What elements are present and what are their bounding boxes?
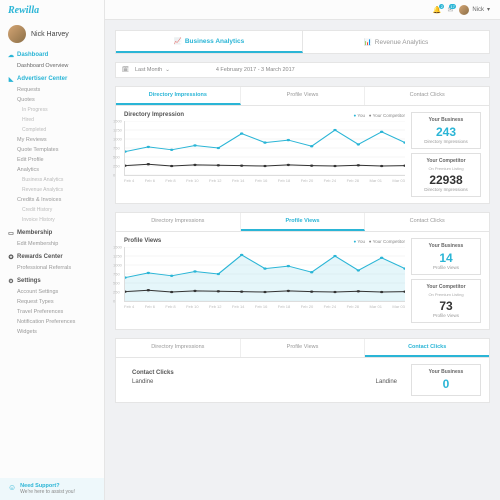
nav-request-types[interactable]: Request Types bbox=[0, 297, 104, 307]
row-landline: Landine bbox=[132, 379, 153, 385]
user-menu[interactable]: Nick ▾ bbox=[459, 5, 490, 15]
nav-head-membership[interactable]: ▭Membership bbox=[0, 227, 104, 239]
nav: ☁Dashboard Dashboard Overview ◣Advertise… bbox=[0, 47, 104, 478]
nav-head-rewards[interactable]: ✪Rewards Center bbox=[0, 251, 104, 263]
nav-quote-templates[interactable]: Quote Templates bbox=[0, 145, 104, 155]
nav-head-settings[interactable]: ⚙Settings bbox=[0, 275, 104, 287]
nav-hired[interactable]: Hired bbox=[0, 115, 104, 125]
nav-edit-membership[interactable]: Edit Membership bbox=[0, 239, 104, 249]
gear-icon: ⚙ bbox=[8, 278, 14, 284]
stat-your-business: Your Business 243 Directory Impressions bbox=[411, 112, 481, 149]
stat-competitor: Your Competitor On Premium Listing 22938… bbox=[411, 153, 481, 197]
nav-analytics[interactable]: Analytics bbox=[0, 165, 104, 175]
ptab-contact[interactable]: Contact Clicks bbox=[365, 213, 489, 231]
legend: ● You ● Your Competitor bbox=[354, 239, 405, 244]
tab-revenue-analytics[interactable]: 📊Revenue Analytics bbox=[303, 31, 489, 53]
ptab-profile[interactable]: Profile Views bbox=[241, 213, 366, 231]
date-picker[interactable]: 🗓 Last Month⌄ 4 February 2017 - 3 March … bbox=[115, 62, 490, 78]
xticks-1: Feb 4Feb 6Feb 8Feb 10Feb 12Feb 14Feb 16F… bbox=[124, 176, 405, 183]
tab-business-analytics[interactable]: 📈Business Analytics bbox=[116, 31, 303, 53]
xticks-2: Feb 4Feb 6Feb 8Feb 10Feb 12Feb 14Feb 16F… bbox=[124, 302, 405, 309]
support-box[interactable]: ☺ Need Support? We're here to assist you… bbox=[0, 478, 104, 500]
ptab-dir[interactable]: Directory Impressions bbox=[116, 87, 241, 105]
analytics-tabs: 📈Business Analytics 📊Revenue Analytics bbox=[115, 30, 490, 54]
panel-profile-views: Directory Impressions Profile Views Cont… bbox=[115, 212, 490, 330]
award-icon: ✪ bbox=[8, 254, 14, 260]
nav-completed[interactable]: Completed bbox=[0, 125, 104, 135]
legend: ● You ● Your Competitor bbox=[354, 113, 405, 118]
bars-icon: 📊 bbox=[364, 38, 372, 46]
nav-requests[interactable]: Requests bbox=[0, 85, 104, 95]
ptab-profile[interactable]: Profile Views bbox=[241, 87, 366, 105]
mail-icon[interactable]: ✉17 bbox=[447, 6, 453, 14]
sidebar: Rewilla Nick Harvey ☁Dashboard Dashboard… bbox=[0, 0, 105, 500]
ptab-dir[interactable]: Directory Impressions bbox=[116, 339, 241, 357]
chevron-down-icon: ▾ bbox=[487, 6, 490, 13]
ptab-contact[interactable]: Contact Clicks bbox=[365, 339, 489, 357]
avatar bbox=[459, 5, 469, 15]
nav-business-analytics[interactable]: Business Analytics bbox=[0, 175, 104, 185]
megaphone-icon: ◣ bbox=[8, 76, 14, 82]
nav-credit-history[interactable]: Credit History bbox=[0, 205, 104, 215]
ptab-contact[interactable]: Contact Clicks bbox=[365, 87, 489, 105]
nav-revenue-analytics[interactable]: Revenue Analytics bbox=[0, 185, 104, 195]
brand-logo[interactable]: Rewilla bbox=[0, 0, 104, 21]
chart-2: 0250500750100012501500 bbox=[124, 247, 405, 302]
nav-inprogress[interactable]: In Progress bbox=[0, 105, 104, 115]
stat-competitor: Your Competitor On Premium Listing 73 Pr… bbox=[411, 279, 481, 323]
nav-invoice-history[interactable]: Invoice History bbox=[0, 215, 104, 225]
panel-contact-clicks: Directory Impressions Profile Views Cont… bbox=[115, 338, 490, 403]
panel-directory-impressions: Directory Impressions Profile Views Cont… bbox=[115, 86, 490, 204]
cloud-icon: ☁ bbox=[8, 52, 14, 58]
stat-your-business: Your Business 0 bbox=[411, 364, 481, 396]
calendar-icon: 🗓 bbox=[122, 67, 129, 73]
support-sub: We're here to assist you! bbox=[20, 489, 75, 495]
nav-credits[interactable]: Credits & Invoices bbox=[0, 195, 104, 205]
card-icon: ▭ bbox=[8, 230, 14, 236]
bell-icon[interactable]: 🔔2 bbox=[433, 6, 442, 14]
profile-name: Nick Harvey bbox=[31, 31, 69, 38]
ptab-profile[interactable]: Profile Views bbox=[241, 339, 366, 357]
nav-quotes[interactable]: Quotes bbox=[0, 95, 104, 105]
nav-widgets[interactable]: Widgets bbox=[0, 327, 104, 337]
nav-head-advertiser[interactable]: ◣Advertiser Center bbox=[0, 73, 104, 85]
chevron-down-icon: ⌄ bbox=[165, 67, 170, 73]
stat-your-business: Your Business 14 Profile Views bbox=[411, 238, 481, 275]
nav-dashboard-overview[interactable]: Dashboard Overview bbox=[0, 61, 104, 71]
content: 📈Business Analytics 📊Revenue Analytics 🗓… bbox=[105, 20, 500, 500]
nav-notif-pref[interactable]: Notification Preferences bbox=[0, 317, 104, 327]
support-icon: ☺ bbox=[8, 483, 16, 492]
nav-myreviews[interactable]: My Reviews bbox=[0, 135, 104, 145]
avatar bbox=[8, 25, 26, 43]
row-landline-2: Landine bbox=[376, 379, 397, 385]
nav-account-settings[interactable]: Account Settings bbox=[0, 287, 104, 297]
chart-icon: 📈 bbox=[174, 37, 182, 45]
nav-edit-profile[interactable]: Edit Profile bbox=[0, 155, 104, 165]
nav-head-dashboard[interactable]: ☁Dashboard bbox=[0, 49, 104, 61]
date-range-text: 4 February 2017 - 3 March 2017 bbox=[216, 67, 295, 73]
chart-1: 0250500750100012501500 bbox=[124, 121, 405, 176]
nav-referrals[interactable]: Professional Referrals bbox=[0, 263, 104, 273]
topbar: 🔔2 ✉17 Nick ▾ bbox=[105, 0, 500, 20]
profile-block[interactable]: Nick Harvey bbox=[0, 21, 104, 47]
nav-travel-pref[interactable]: Travel Preferences bbox=[0, 307, 104, 317]
ptab-dir[interactable]: Directory Impressions bbox=[116, 213, 241, 231]
